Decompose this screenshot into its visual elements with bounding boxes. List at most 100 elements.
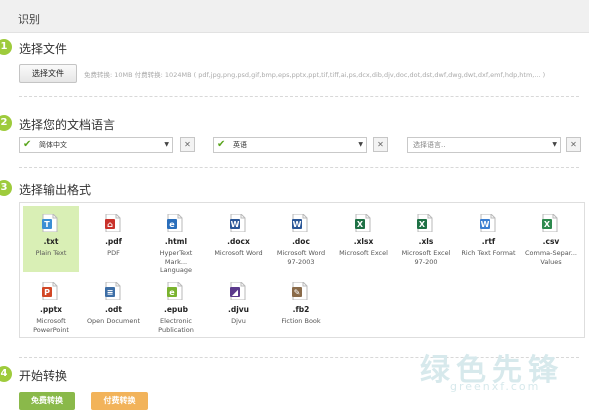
watermark-url: greenxf.com [450,380,541,393]
svg-text:e: e [169,220,175,229]
choose-file-button[interactable]: 选择文件 [19,64,77,83]
format-option[interactable]: e .html HyperText Mark... Language [148,206,204,274]
section-divider [19,96,579,97]
format-extension: .html [164,237,188,246]
format-grid: T .txt Plain Text ⌂ .pdf PDF e .html HyperText M… [19,202,585,338]
format-option[interactable]: ◢ .djvu Djvu [211,274,267,340]
free-convert-button[interactable]: 免费转换 [19,392,75,410]
svg-text:◢: ◢ [231,288,238,297]
svg-text:✎: ✎ [294,288,301,297]
word-file-icon: W [292,213,308,233]
language-select-1[interactable]: ✔ 简体中文 ▼ [19,137,173,153]
txt-file-icon: T [42,213,58,233]
clear-language-button-1[interactable]: ✕ [180,137,195,152]
format-description: Comma-Separ... Values [524,249,578,266]
format-extension: .docx [227,237,250,246]
language-select-3[interactable]: 选择语言.. ▼ [407,137,561,153]
word-file-icon: W [229,213,246,233]
pdf-file-icon: ⌂ [104,213,121,233]
format-description: Microsoft Word [214,249,263,257]
svg-text:e: e [169,288,175,297]
format-description: Microsoft Excel [339,249,388,257]
page-title: 识别 [18,13,40,26]
format-extension: .xlsx [353,237,374,246]
check-icon: ✔ [217,139,226,150]
epub-file-icon: e [167,281,183,301]
format-option[interactable]: W .docx Microsoft Word [211,206,267,272]
language-placeholder: 选择语言.. [413,141,446,149]
section-divider [19,167,579,168]
step-title: 开始转换 [19,369,68,383]
format-extension: .xls [418,237,434,246]
format-description: Djvu [231,317,246,325]
format-option[interactable]: X .xls Microsoft Excel 97-200 [398,206,454,272]
format-extension: .txt [43,237,59,246]
svg-text:⌂: ⌂ [107,220,113,229]
check-icon: ✔ [23,139,32,150]
format-description: PDF [107,249,120,257]
format-extension: .odt [105,305,122,314]
format-extension: .rtf [481,237,496,246]
format-option[interactable]: X .xlsx Microsoft Excel [336,206,392,272]
rtf-file-icon: W [479,213,496,233]
format-extension: .epub [163,305,188,314]
step-number-badge: 3 [0,180,12,196]
step-number-badge: 1 [0,39,12,55]
csv-file-icon: X [542,213,558,233]
step-number-badge: 4 [0,366,12,382]
format-option[interactable]: ✎ .fb2 Fiction Book [273,274,329,340]
svg-text:X: X [356,220,363,229]
format-option[interactable]: T .txt Plain Text [23,206,79,272]
step-title: 选择您的文档语言 [19,118,116,132]
powerpoint-file-icon: P [42,281,58,301]
svg-text:X: X [544,220,551,229]
format-option[interactable]: W .rtf Rich Text Format [461,206,517,272]
format-extension: .doc [292,237,310,246]
format-option[interactable]: W .doc Microsoft Word 97-2003 [273,206,329,272]
format-description: Microsoft Word 97-2003 [276,249,326,266]
format-description: Plain Text [35,249,67,257]
top-bar: 识别 [0,0,589,33]
odt-file-icon: ≡ [104,281,121,301]
excel-file-icon: X [354,213,371,233]
svg-text:X: X [419,220,426,229]
format-option[interactable]: P .pptx Microsoft PowerPoint [23,274,79,340]
clear-language-button-2[interactable]: ✕ [373,137,388,152]
chevron-down-icon: ▼ [552,141,557,148]
format-extension: .djvu [227,305,250,314]
chevron-down-icon: ▼ [358,141,363,148]
format-extension: .fb2 [292,305,310,314]
step-title: 选择输出格式 [19,183,92,197]
step-number-badge: 2 [0,115,12,131]
language-value: 简体中文 [39,141,67,149]
format-description: Microsoft PowerPoint [33,317,69,334]
djvu-file-icon: ◢ [229,281,246,301]
svg-text:W: W [293,220,302,229]
language-value: 英语 [233,141,247,149]
format-option[interactable]: X .csv Comma-Separ... Values [523,206,579,272]
format-extension: .pdf [105,237,122,246]
format-description: Open Document [86,317,141,325]
format-option[interactable]: ⌂ .pdf PDF [86,206,142,272]
step-title: 选择文件 [19,42,68,56]
svg-text:P: P [44,288,50,297]
svg-text:W: W [230,220,239,229]
html-file-icon: e [167,213,183,233]
format-description: Microsoft Excel 97-200 [401,249,451,266]
chevron-down-icon: ▼ [164,141,169,148]
format-description: Electronic Publication [158,317,194,334]
format-extension: .pptx [39,305,62,314]
format-option[interactable]: ≡ .odt Open Document [86,274,142,340]
clear-language-button-3[interactable]: ✕ [566,137,581,152]
format-extension: .csv [542,237,560,246]
svg-text:≡: ≡ [106,288,113,297]
format-option[interactable]: e .epub Electronic Publication [148,274,204,340]
paid-convert-button[interactable]: 付费转换 [91,392,148,410]
format-description: Fiction Book [281,317,321,325]
svg-text:W: W [480,220,489,229]
excel-file-icon: X [417,213,433,233]
svg-text:T: T [44,220,50,229]
format-description: HyperText Mark... Language [159,249,193,274]
format-description: Rich Text Format [461,249,516,257]
language-select-2[interactable]: ✔ 英语 ▼ [213,137,367,153]
